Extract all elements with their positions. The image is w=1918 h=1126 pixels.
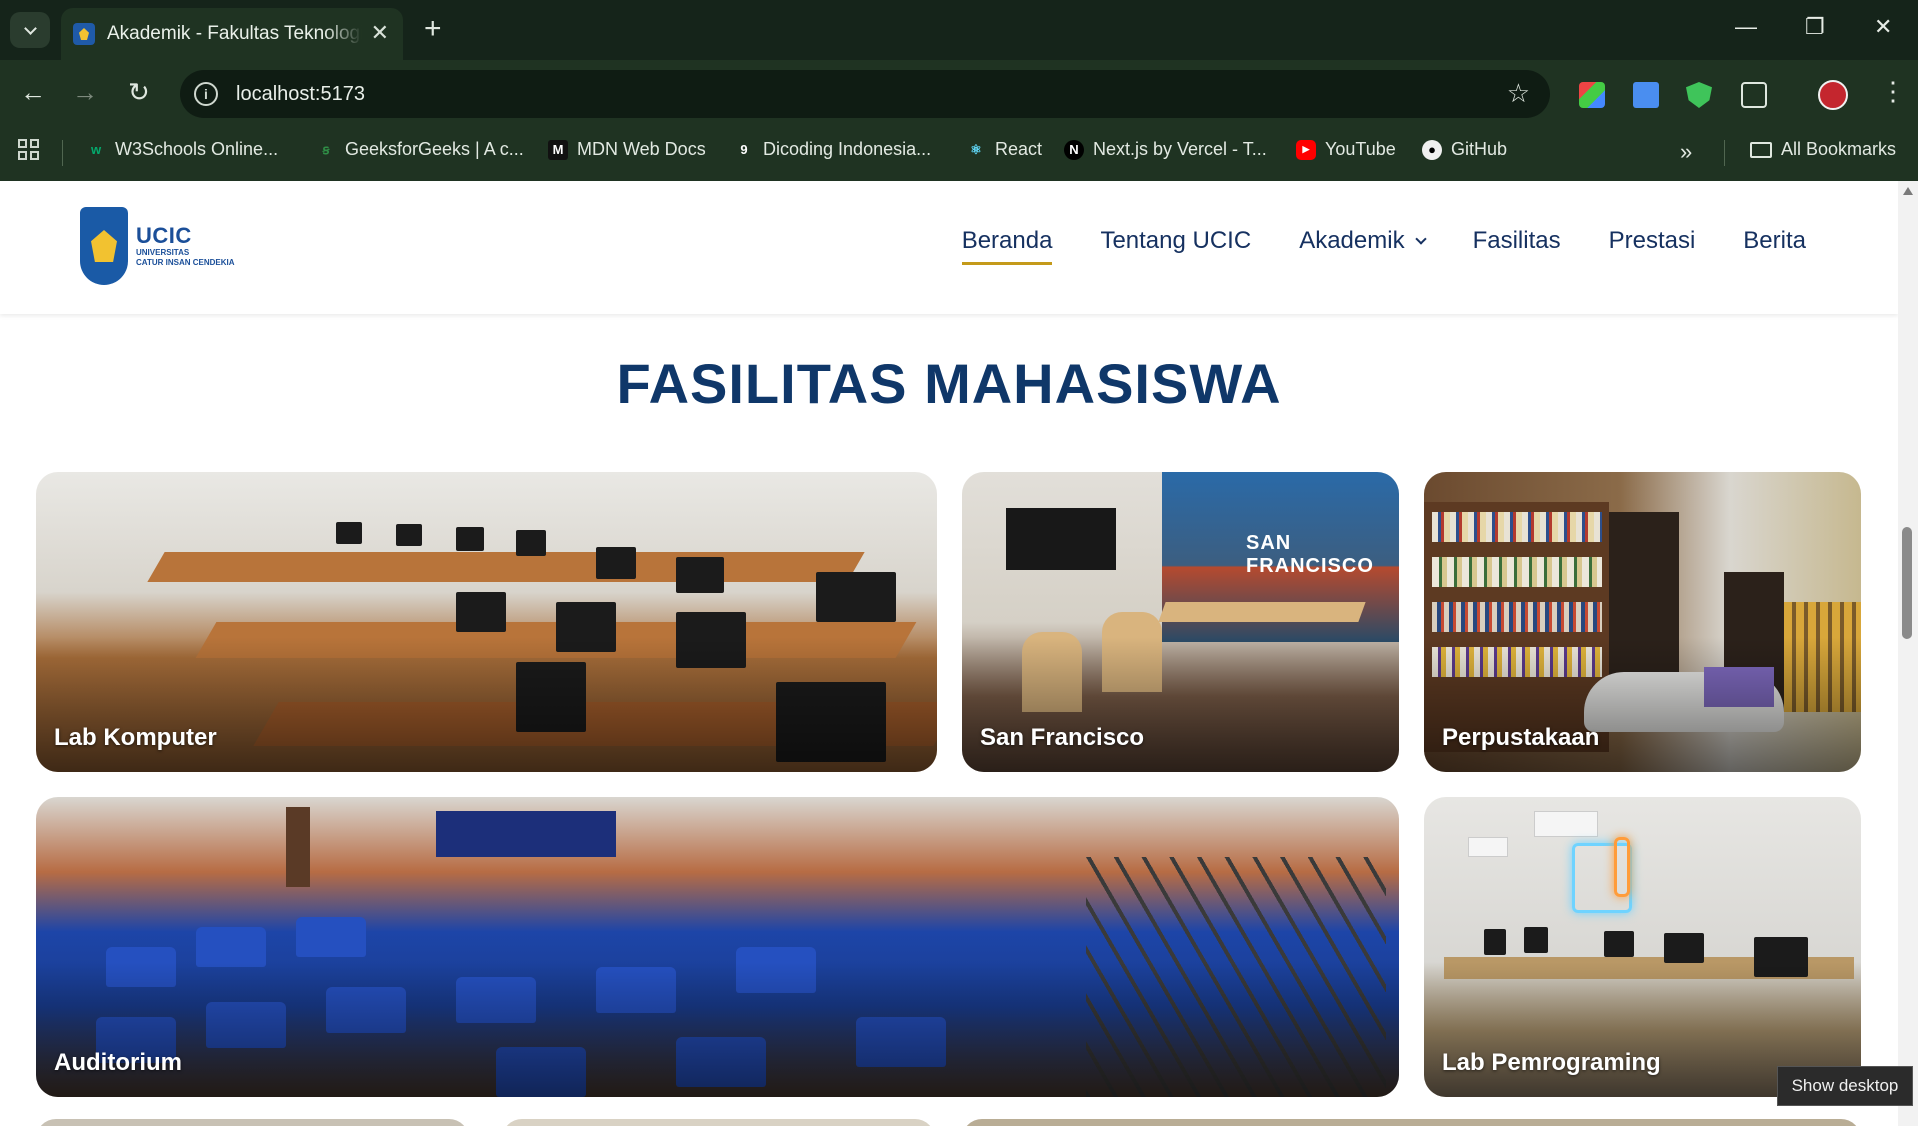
profile-avatar[interactable] [1818,80,1848,110]
bookmark-nextjs[interactable]: N Next.js by Vercel - T... [1064,139,1267,160]
folder-icon [1750,141,1772,158]
site-info-icon[interactable]: i [194,82,218,106]
scroll-thumb[interactable] [1902,527,1912,639]
card-label: Lab Komputer [54,724,217,751]
active-tab[interactable]: Akademik - Fakultas Teknologi Informasi … [61,8,403,60]
browser-chrome: Akademik - Fakultas Teknologi Informasi … [0,0,1918,181]
github-icon: ● [1422,139,1442,160]
card-label: San Francisco [980,724,1145,751]
facility-card-auditorium[interactable]: Auditorium [36,797,1399,1097]
next-row-card[interactable] [36,1119,469,1126]
nav-beranda[interactable]: Beranda [961,227,1052,265]
bookmark-youtube[interactable]: ▶ YouTube [1296,139,1396,160]
bookmarks-divider [62,140,63,166]
tab-title: Akademik - Fakultas Teknologi Informasi [107,23,362,44]
w3schools-icon: w [90,142,102,157]
nav-berita[interactable]: Berita [1743,227,1806,255]
tab-search-button[interactable] [10,12,50,48]
bookmark-react[interactable]: ⚛ React [966,139,1042,160]
show-desktop-tooltip: Show desktop [1777,1066,1913,1106]
bookmarks-overflow-icon[interactable]: » [1680,139,1692,165]
back-arrow-icon[interactable]: ← [20,77,46,107]
main-nav: Beranda Tentang UCIC Akademik Fasilitas … [961,227,1806,265]
apps-grid-icon[interactable] [18,139,39,160]
react-icon: ⚛ [970,141,982,157]
card-label: Auditorium [54,1049,182,1076]
card-gradient [36,962,1399,1097]
close-tab-icon[interactable]: ✕ [371,22,389,44]
nav-tentang-ucic[interactable]: Tentang UCIC [1100,227,1251,255]
site-header: UCIC UNIVERSITAS CATUR INSAN CENDEKIA Be… [0,181,1898,314]
window-close-icon[interactable]: ✕ [1874,14,1892,40]
bookmark-dicoding[interactable]: 9 Dicoding Indonesia... [734,139,931,160]
reload-icon[interactable]: ↻ [128,77,150,107]
logo-text: UCIC UNIVERSITAS CATUR INSAN CENDEKIA [136,223,235,268]
all-bookmarks-button[interactable]: All Bookmarks [1750,139,1896,160]
dicoding-icon: 9 [740,142,748,157]
section-title: FASILITAS MAHASISWA [616,352,1282,415]
facility-card-perpustakaan[interactable]: Perpustakaan [1424,472,1861,772]
mdn-icon: M [548,139,568,160]
minimize-icon[interactable]: — [1735,14,1757,40]
facility-card-lab-pemrograming[interactable]: Lab Pemrograming [1424,797,1861,1097]
bookmark-geeksforgeeks[interactable]: ꞩ GeeksforGeeks | A c... [316,139,524,160]
url-text[interactable]: localhost:5173 [236,83,365,106]
card-label: Lab Pemrograming [1442,1049,1661,1076]
address-bar[interactable]: i localhost:5173 ☆ [180,70,1550,118]
facility-card-lab-komputer[interactable]: Lab Komputer [36,472,937,772]
bookmark-star-icon[interactable]: ☆ [1507,78,1530,109]
chevron-down-icon [1414,232,1427,245]
menu-kebab-icon[interactable]: ⋮ [1880,76,1906,107]
ucic-shield-icon [80,207,128,285]
card-label: Perpustakaan [1442,724,1600,751]
new-tab-button[interactable]: + [424,14,442,44]
restore-icon[interactable]: ❐ [1805,14,1825,40]
ucic-favicon-icon [73,23,95,45]
tab-strip: Akademik - Fakultas Teknologi Informasi … [0,0,1918,60]
scroll-up-arrow-icon[interactable] [1903,187,1913,195]
next-row-card[interactable] [962,1119,1861,1126]
bookmark-github[interactable]: ● GitHub [1422,139,1507,160]
bookmarks-divider [1724,140,1725,166]
bookmark-mdn[interactable]: M MDN Web Docs [548,139,706,160]
page-viewport: UCIC UNIVERSITAS CATUR INSAN CENDEKIA Be… [0,181,1898,1126]
nav-akademik[interactable]: Akademik [1299,227,1427,255]
chevron-down-icon [23,21,37,35]
nav-fasilitas[interactable]: Fasilitas [1473,227,1561,255]
facility-card-san-francisco[interactable]: SAN FRANCISCO San Francisco [962,472,1399,772]
docs-extension-icon[interactable] [1633,82,1659,108]
page-scrollbar[interactable] [1898,181,1918,1126]
bookmarks-bar: w W3Schools Online... ꞩ GeeksforGeeks | A … [0,126,1918,181]
forward-arrow-icon[interactable]: → [72,77,98,107]
youtube-icon: ▶ [1296,139,1316,160]
geeksforgeeks-icon: ꞩ [322,141,330,157]
nextjs-icon: N [1064,139,1084,160]
nav-prestasi[interactable]: Prestasi [1609,227,1696,255]
ucic-logo[interactable]: UCIC UNIVERSITAS CATUR INSAN CENDEKIA [80,207,235,285]
extension-icon[interactable] [1579,82,1605,108]
extensions-puzzle-icon[interactable] [1741,82,1767,108]
browser-toolbar: ← → ↻ i localhost:5173 ☆ ⋮ [0,60,1918,126]
bookmark-w3schools[interactable]: w W3Schools Online... [86,139,278,160]
next-row-card[interactable] [502,1119,935,1126]
shield-extension-icon[interactable] [1686,82,1712,108]
